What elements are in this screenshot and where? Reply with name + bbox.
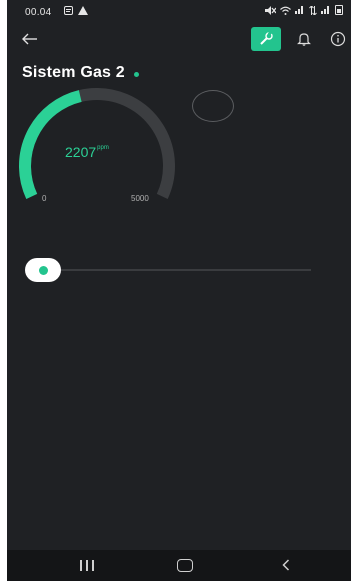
home-icon[interactable]: [177, 559, 193, 572]
gauge-unit: ppm: [97, 145, 109, 151]
recents-icon[interactable]: [80, 560, 94, 571]
warning-icon: [78, 6, 88, 15]
toolbar: [7, 26, 351, 54]
gauge-max-label: 5000: [131, 194, 149, 203]
status-bar: 00.04: [7, 0, 351, 22]
gauge-value: 2207: [65, 144, 97, 160]
back-icon[interactable]: [279, 558, 293, 572]
led-indicator: [192, 90, 234, 122]
mute-icon: [265, 5, 276, 15]
signal-icon: [321, 6, 331, 14]
notification-icon: [64, 6, 73, 15]
online-status-dot: [133, 71, 139, 77]
slider-handle[interactable]: [25, 258, 61, 282]
app-screen: 00.04 Sistem Gas 2 2207ppm 0 5000: [7, 0, 351, 581]
device-title: Sistem Gas 2: [22, 64, 125, 81]
slider-handle-dot: [38, 265, 48, 275]
device-header: Sistem Gas 2: [22, 62, 139, 84]
signal-icon: [295, 6, 305, 14]
bell-icon[interactable]: [295, 30, 313, 48]
info-icon[interactable]: [329, 30, 347, 48]
system-nav-bar: [7, 550, 351, 581]
wrench-icon: [260, 32, 273, 45]
arrow-left-icon[interactable]: [19, 28, 41, 50]
gas-gauge: 2207ppm 0 5000: [7, 88, 187, 208]
device-settings-button[interactable]: [251, 27, 281, 51]
gauge-reading: 2207ppm: [65, 144, 109, 160]
gauge-min-label: 0: [42, 194, 47, 203]
status-time: 00.04: [25, 7, 52, 18]
value-slider[interactable]: [25, 258, 311, 282]
battery-icon: [335, 5, 343, 15]
data-icon: [309, 5, 317, 15]
slider-track[interactable]: [43, 269, 311, 271]
wifi-icon: [280, 6, 291, 15]
